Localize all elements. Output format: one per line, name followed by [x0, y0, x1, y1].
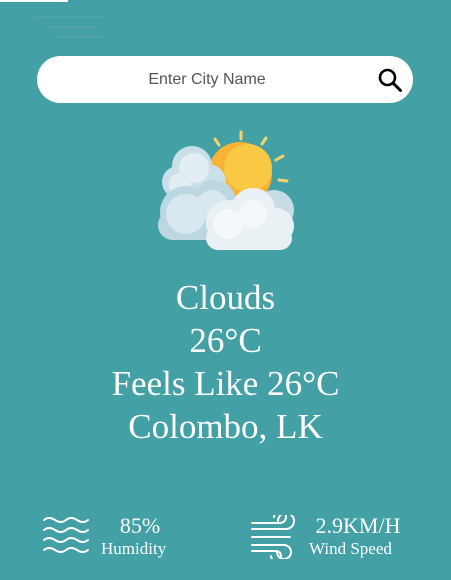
corner-mark — [0, 0, 68, 2]
weather-summary: Clouds 26°C Feels Like 26°C Colombo, LK — [0, 276, 451, 448]
wind-icon — [251, 515, 295, 559]
wind-stat: 2.9KM/H Wind Speed — [250, 513, 420, 561]
sun-behind-clouds-icon — [158, 130, 294, 250]
search-bar — [37, 56, 413, 103]
temperature: 26°C — [189, 321, 262, 360]
humidity-stat: 85% Humidity — [42, 513, 192, 561]
decorative-lines — [36, 16, 106, 38]
city-search-input[interactable] — [57, 56, 357, 103]
humidity-value: 85% — [119, 513, 161, 538]
feels-like: Feels Like 26°C — [111, 364, 340, 403]
wind-label: Wind Speed — [309, 539, 392, 558]
weather-condition: Clouds — [175, 278, 276, 317]
humidity-waves-icon — [43, 517, 89, 553]
weather-card: Clouds 26°C Feels Like 26°C Colombo, LK … — [0, 0, 451, 580]
search-icon[interactable] — [377, 67, 403, 93]
location: Colombo, LK — [128, 407, 323, 446]
humidity-label: Humidity — [101, 539, 167, 558]
wind-value: 2.9KM/H — [315, 513, 401, 538]
